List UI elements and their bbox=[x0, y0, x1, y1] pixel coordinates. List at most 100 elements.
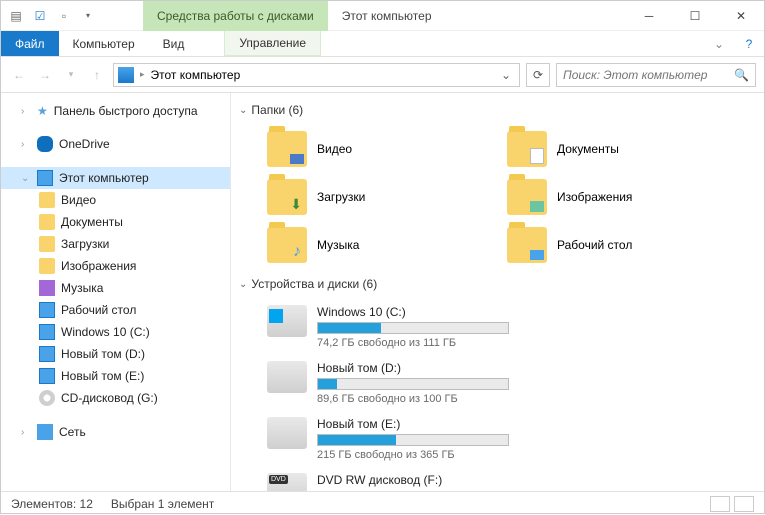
folder-name: Видео bbox=[317, 142, 352, 156]
quick-access-toolbar: ▤ ☑ ▫ ▾ bbox=[1, 5, 103, 27]
drive-item[interactable]: Windows 10 (C:) 74,2 ГБ свободно из 111 … bbox=[263, 301, 513, 353]
navigation-bar: ← → ▾ ↑ ▸ ⌄ ⟳ 🔍 bbox=[1, 57, 764, 93]
sidebar-item[interactable]: Документы bbox=[1, 211, 230, 233]
folder-item[interactable]: Документы bbox=[503, 127, 743, 171]
drive-name: Новый том (D:) bbox=[317, 361, 509, 375]
section-label: Устройства и диски (6) bbox=[251, 277, 377, 291]
up-button[interactable]: ↑ bbox=[87, 65, 107, 85]
view-tiles-button[interactable] bbox=[734, 496, 754, 512]
sidebar-item-label: Windows 10 (C:) bbox=[61, 325, 150, 339]
close-button[interactable]: ✕ bbox=[718, 1, 764, 31]
folder-icon bbox=[39, 368, 55, 384]
sidebar-item[interactable]: CD-дисковод (G:) bbox=[1, 387, 230, 409]
sidebar-item-label: Рабочий стол bbox=[61, 303, 136, 317]
qat-properties-icon[interactable]: ☑ bbox=[29, 5, 51, 27]
sidebar-item[interactable]: Новый том (D:) bbox=[1, 343, 230, 365]
sidebar-item-label: Новый том (E:) bbox=[61, 369, 144, 383]
drive-name: Windows 10 (C:) bbox=[317, 305, 509, 319]
chevron-right-icon: ▸ bbox=[140, 69, 145, 80]
search-input[interactable] bbox=[563, 68, 734, 82]
sidebar-item-label: Музыка bbox=[61, 281, 103, 295]
refresh-button[interactable]: ⟳ bbox=[526, 63, 550, 87]
system-menu-icon[interactable]: ▤ bbox=[5, 5, 27, 27]
folder-name: Загрузки bbox=[317, 190, 365, 204]
qat-dropdown-icon[interactable]: ▾ bbox=[77, 5, 99, 27]
folder-name: Музыка bbox=[317, 238, 359, 252]
sidebar-item[interactable]: Загрузки bbox=[1, 233, 230, 255]
minimize-button[interactable]: ─ bbox=[626, 1, 672, 31]
status-selection: Выбран 1 элемент bbox=[111, 497, 214, 511]
sidebar-item[interactable]: Новый том (E:) bbox=[1, 365, 230, 387]
address-dropdown-icon[interactable]: ⌄ bbox=[497, 68, 515, 82]
section-folders-header[interactable]: ⌄ Папки (6) bbox=[239, 103, 756, 117]
drive-item[interactable]: Новый том (E:) 215 ГБ свободно из 365 ГБ bbox=[263, 413, 513, 465]
status-bar: Элементов: 12 Выбран 1 элемент bbox=[1, 491, 764, 515]
folder-item[interactable]: Изображения bbox=[503, 175, 743, 219]
tab-file[interactable]: Файл bbox=[1, 31, 59, 56]
address-bar[interactable]: ▸ ⌄ bbox=[113, 63, 520, 87]
search-icon[interactable]: 🔍 bbox=[734, 68, 749, 82]
folder-icon bbox=[507, 179, 547, 215]
sidebar-this-pc[interactable]: ⌄ Этот компьютер bbox=[1, 167, 230, 189]
sidebar-item-label: OneDrive bbox=[59, 137, 110, 151]
section-label: Папки (6) bbox=[251, 103, 303, 117]
sidebar-item[interactable]: Рабочий стол bbox=[1, 299, 230, 321]
sidebar-item-label: Сеть bbox=[59, 425, 86, 439]
folder-item[interactable]: Рабочий стол bbox=[503, 223, 743, 267]
forward-button[interactable]: → bbox=[35, 65, 55, 85]
folder-icon bbox=[39, 324, 55, 340]
sidebar-item[interactable]: Изображения bbox=[1, 255, 230, 277]
content-pane: ⌄ Папки (6) Видео Документы Загрузки Изобра… bbox=[231, 93, 764, 491]
recent-dropdown-icon[interactable]: ▾ bbox=[61, 65, 81, 85]
folder-icon bbox=[267, 131, 307, 167]
drive-item[interactable]: DVD RW дисковод (F:) bbox=[263, 469, 513, 491]
folder-icon bbox=[39, 390, 55, 406]
tab-computer[interactable]: Компьютер bbox=[59, 31, 149, 56]
back-button[interactable]: ← bbox=[9, 65, 29, 85]
tab-manage[interactable]: Управление bbox=[224, 31, 321, 56]
ribbon-tabs: Файл Компьютер Вид Управление ⌄ ? bbox=[1, 31, 764, 57]
folder-item[interactable]: Загрузки bbox=[263, 175, 503, 219]
sidebar-item[interactable]: Видео bbox=[1, 189, 230, 211]
folder-icon bbox=[39, 302, 55, 318]
sidebar-item[interactable]: Музыка bbox=[1, 277, 230, 299]
folder-icon bbox=[39, 280, 55, 296]
sidebar-item-label: Новый том (D:) bbox=[61, 347, 145, 361]
sidebar-item-label: Этот компьютер bbox=[59, 171, 149, 185]
sidebar-item-label: Видео bbox=[61, 193, 96, 207]
sidebar-quick-access[interactable]: › ★ Панель быстрого доступа bbox=[1, 101, 230, 121]
folder-item[interactable]: Видео bbox=[263, 127, 503, 171]
folder-name: Изображения bbox=[557, 190, 632, 204]
folder-icon bbox=[39, 236, 55, 252]
maximize-button[interactable]: ☐ bbox=[672, 1, 718, 31]
search-box[interactable]: 🔍 bbox=[556, 63, 756, 87]
folder-icon bbox=[267, 179, 307, 215]
capacity-bar bbox=[317, 434, 509, 446]
drive-icon bbox=[267, 361, 307, 393]
section-devices-header[interactable]: ⌄ Устройства и диски (6) bbox=[239, 277, 756, 291]
view-details-button[interactable] bbox=[710, 496, 730, 512]
pc-icon bbox=[37, 170, 53, 186]
tab-view[interactable]: Вид bbox=[149, 31, 199, 56]
navigation-pane: › ★ Панель быстрого доступа › OneDrive ⌄… bbox=[1, 93, 231, 491]
sidebar-onedrive[interactable]: › OneDrive bbox=[1, 133, 230, 155]
drive-name: Новый том (E:) bbox=[317, 417, 509, 431]
drive-name: DVD RW дисковод (F:) bbox=[317, 473, 509, 487]
folder-icon bbox=[267, 227, 307, 263]
help-icon[interactable]: ? bbox=[734, 31, 764, 56]
sidebar-item-label: Загрузки bbox=[61, 237, 109, 251]
drive-icon bbox=[267, 473, 307, 491]
qat-newfolder-icon[interactable]: ▫ bbox=[53, 5, 75, 27]
title-bar: ▤ ☑ ▫ ▾ Средства работы с дисками Этот к… bbox=[1, 1, 764, 31]
window-title: Этот компьютер bbox=[328, 9, 446, 23]
drive-item[interactable]: Новый том (D:) 89,6 ГБ свободно из 100 Г… bbox=[263, 357, 513, 409]
sidebar-item[interactable]: Windows 10 (C:) bbox=[1, 321, 230, 343]
drive-icon bbox=[267, 305, 307, 337]
ribbon-expand-icon[interactable]: ⌄ bbox=[704, 31, 734, 56]
sidebar-network[interactable]: › Сеть bbox=[1, 421, 230, 443]
folder-item[interactable]: Музыка bbox=[263, 223, 503, 267]
address-input[interactable] bbox=[151, 68, 491, 82]
sidebar-item-label: Панель быстрого доступа bbox=[54, 104, 198, 118]
chevron-right-icon: › bbox=[21, 427, 31, 438]
drive-free-space: 215 ГБ свободно из 365 ГБ bbox=[317, 449, 509, 461]
